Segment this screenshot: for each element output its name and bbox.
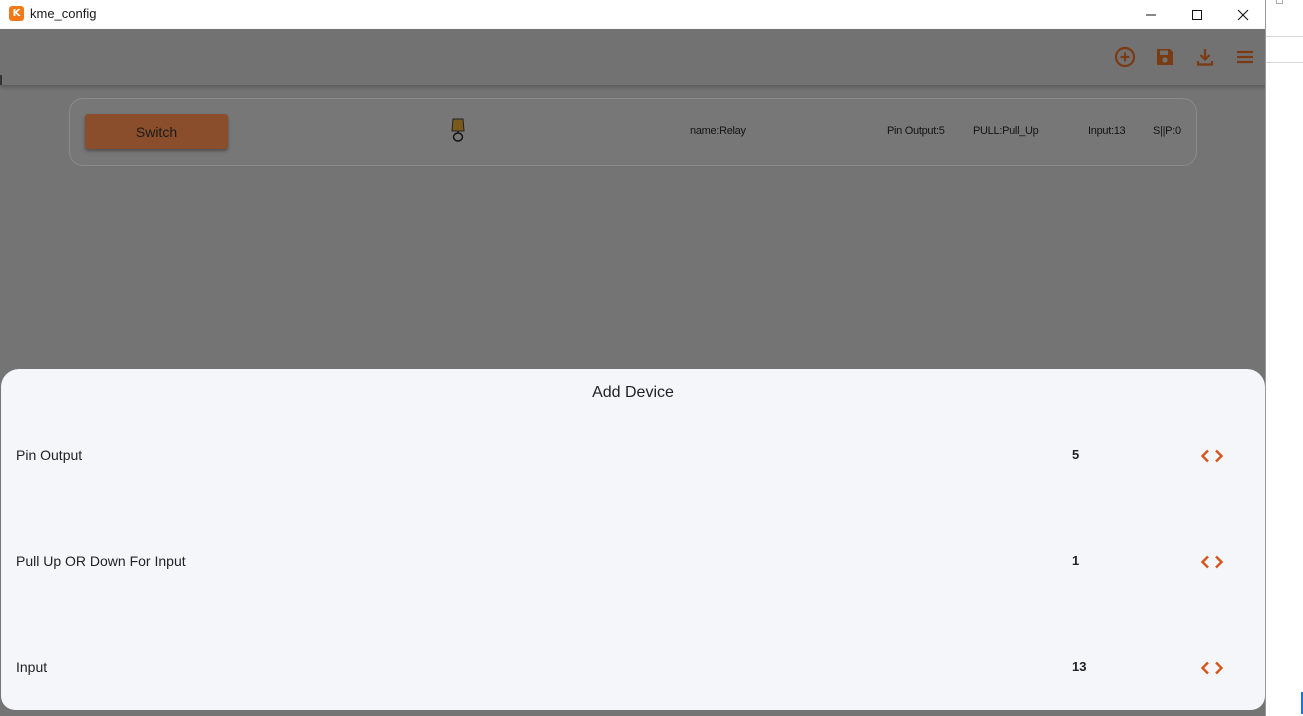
device-name-text: name:Relay (690, 125, 746, 137)
pull-up-down-stepper (1198, 553, 1226, 571)
pull-up-down-label: Pull Up OR Down For Input (16, 553, 186, 569)
input-value: 13 (1072, 659, 1087, 674)
chevron-right-icon (1215, 555, 1224, 569)
pull-up-down-value: 1 (1072, 553, 1080, 568)
maximize-icon (1192, 9, 1202, 20)
pull-text: PULL:Pull_Up (973, 125, 1039, 137)
input-label: Input (16, 659, 48, 675)
background-divider (1266, 36, 1303, 37)
save-icon (1157, 49, 1173, 65)
chevron-left-icon (1200, 661, 1209, 675)
save-button[interactable] (1153, 45, 1177, 69)
window-title: kme_config (30, 6, 97, 21)
increment-button[interactable] (1212, 553, 1226, 571)
app-window: K kme_config Switch name:Relay Pin Outpu… (0, 0, 1266, 716)
maximize-button[interactable] (1174, 0, 1220, 29)
title-bar: K kme_config (0, 0, 1265, 29)
add-circle-icon (1114, 46, 1136, 68)
close-button[interactable] (1220, 0, 1265, 29)
download-icon (1196, 49, 1214, 66)
app-bar (0, 29, 1265, 85)
add-device-button[interactable] (1113, 45, 1137, 69)
pin-output-text: Pin Output:5 (887, 125, 945, 137)
lamp-icon (451, 118, 465, 142)
app-logo-icon: K (9, 6, 24, 21)
switch-button[interactable]: Switch (85, 114, 228, 149)
sheet-title: Add Device (592, 384, 674, 401)
increment-button[interactable] (1212, 447, 1226, 465)
sip-text: S||P:0 (1153, 125, 1181, 137)
chevron-right-icon (1215, 661, 1224, 675)
menu-icon (1237, 50, 1253, 64)
pin-output-label: Pin Output (16, 447, 83, 463)
device-card[interactable]: Switch name:Relay Pin Output:5 PULL:Pull… (69, 98, 1197, 166)
decrement-button[interactable] (1198, 553, 1212, 571)
input-stepper (1198, 659, 1226, 677)
edge-indicator (0, 75, 2, 85)
close-icon (1237, 9, 1249, 20)
decrement-button[interactable] (1198, 659, 1212, 677)
input-text: Input:13 (1088, 125, 1126, 137)
chevron-left-icon (1200, 555, 1209, 569)
background-divider (1266, 62, 1303, 63)
chevron-right-icon (1215, 449, 1224, 463)
decrement-button[interactable] (1198, 447, 1212, 465)
pin-output-stepper (1198, 447, 1226, 465)
add-device-sheet: Add Device Pin Output 5 Pull Up OR Down … (1, 369, 1265, 710)
download-button[interactable] (1193, 45, 1217, 69)
minimize-icon (1146, 14, 1156, 15)
background-corner (1276, 0, 1283, 4)
increment-button[interactable] (1212, 659, 1226, 677)
minimize-button[interactable] (1128, 0, 1174, 29)
pin-output-value: 5 (1072, 447, 1080, 462)
chevron-left-icon (1200, 449, 1209, 463)
background-window (1266, 0, 1303, 716)
menu-button[interactable] (1233, 45, 1257, 69)
